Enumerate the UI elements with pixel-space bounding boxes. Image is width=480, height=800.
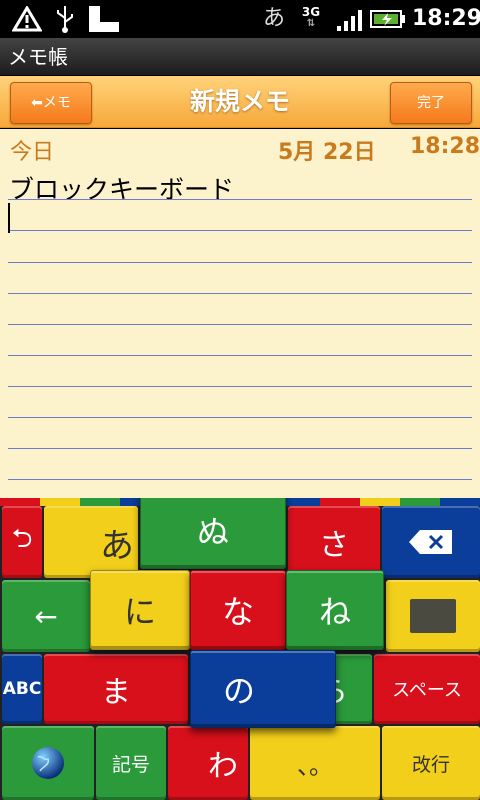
space-key[interactable]: スペース	[374, 654, 480, 724]
memo-header: ⬅メモ 新規メモ 完了	[0, 76, 480, 128]
memo-date: 5月 22日	[278, 140, 376, 165]
punctuation-key[interactable]: 、。	[250, 726, 380, 800]
key-sa[interactable]: さ	[288, 506, 380, 578]
key-a-label: あ	[100, 525, 134, 566]
flick-key-no[interactable]: の	[190, 650, 336, 728]
line-rule	[8, 417, 472, 418]
block-keyboard: ⮌ あ さ ← ABC ま ら スペース 記号 わ 、。 改行 ぬ に な ね …	[0, 498, 480, 800]
network-label: 3G	[301, 5, 321, 19]
key-ma-label: ま	[101, 675, 131, 710]
page-title: 新規メモ	[189, 87, 290, 116]
line-rule	[8, 199, 472, 200]
text-cursor	[8, 203, 10, 233]
back-to-memo-button[interactable]: ⬅メモ	[10, 82, 92, 124]
usb-icon	[57, 6, 73, 33]
backspace-icon	[409, 530, 452, 554]
line-rule	[8, 324, 472, 325]
network-3g-icon: 3G ⇅	[301, 5, 321, 29]
app-title: メモ帳	[0, 38, 480, 76]
key-wa[interactable]: わ	[168, 726, 248, 800]
battery-charging-icon	[370, 10, 405, 28]
line-rule	[8, 355, 472, 356]
globe-key[interactable]	[2, 726, 94, 800]
cursor-right-key[interactable]	[386, 580, 480, 652]
warning-icon	[12, 6, 42, 32]
memo-text[interactable]: ブロックキーボード	[9, 170, 234, 206]
enter-label: 改行	[411, 753, 450, 776]
key-sa-label: さ	[319, 528, 349, 563]
done-button[interactable]: 完了	[390, 82, 472, 124]
globe-icon	[32, 747, 64, 779]
space-label: スペース	[392, 680, 462, 701]
memo-time: 18:28	[410, 134, 480, 159]
enter-key[interactable]: 改行	[382, 726, 480, 800]
flick-key-nu[interactable]: ぬ	[140, 498, 286, 569]
line-rule	[8, 386, 472, 387]
sd-card-icon	[89, 6, 119, 32]
line-rule	[8, 479, 472, 480]
symbol-label: 記号	[111, 753, 150, 776]
cursor-left-key[interactable]: ←	[2, 580, 90, 652]
status-time: 18:29	[412, 6, 480, 31]
key-ne-label: ね	[318, 593, 351, 631]
square-icon	[410, 599, 456, 633]
line-rule	[8, 262, 472, 263]
punctuation-label: 、。	[297, 751, 333, 780]
line-rule	[8, 230, 472, 231]
backspace-key[interactable]	[382, 506, 480, 578]
undo-icon: ⮌	[11, 524, 33, 554]
key-nu-label: ぬ	[196, 513, 229, 551]
line-rule	[8, 448, 472, 449]
status-bar: あ 3G ⇅ 18:29	[0, 0, 480, 38]
key-na-label: な	[221, 593, 254, 631]
ime-icon: あ	[262, 6, 285, 31]
flick-key-na[interactable]: な	[190, 570, 286, 650]
abc-label: ABC	[2, 679, 42, 699]
arrow-left-icon: ←	[34, 599, 58, 633]
abc-key[interactable]: ABC	[2, 654, 42, 724]
flick-key-ne[interactable]: ね	[286, 570, 384, 650]
key-wa-label: わ	[208, 749, 238, 784]
signal-icon	[337, 10, 362, 31]
key-ni-label: に	[123, 593, 156, 631]
flick-key-ni[interactable]: に	[90, 570, 190, 650]
today-label: 今日	[10, 140, 55, 165]
key-ma[interactable]: ま	[44, 654, 188, 724]
key-a[interactable]: あ	[44, 506, 138, 578]
back-label: メモ	[42, 95, 71, 111]
symbol-key[interactable]: 記号	[96, 726, 166, 800]
line-rule	[8, 293, 472, 294]
arrow-left-icon: ⬅	[31, 95, 43, 111]
key-no-label: の	[223, 672, 256, 710]
undo-key[interactable]: ⮌	[2, 506, 42, 578]
